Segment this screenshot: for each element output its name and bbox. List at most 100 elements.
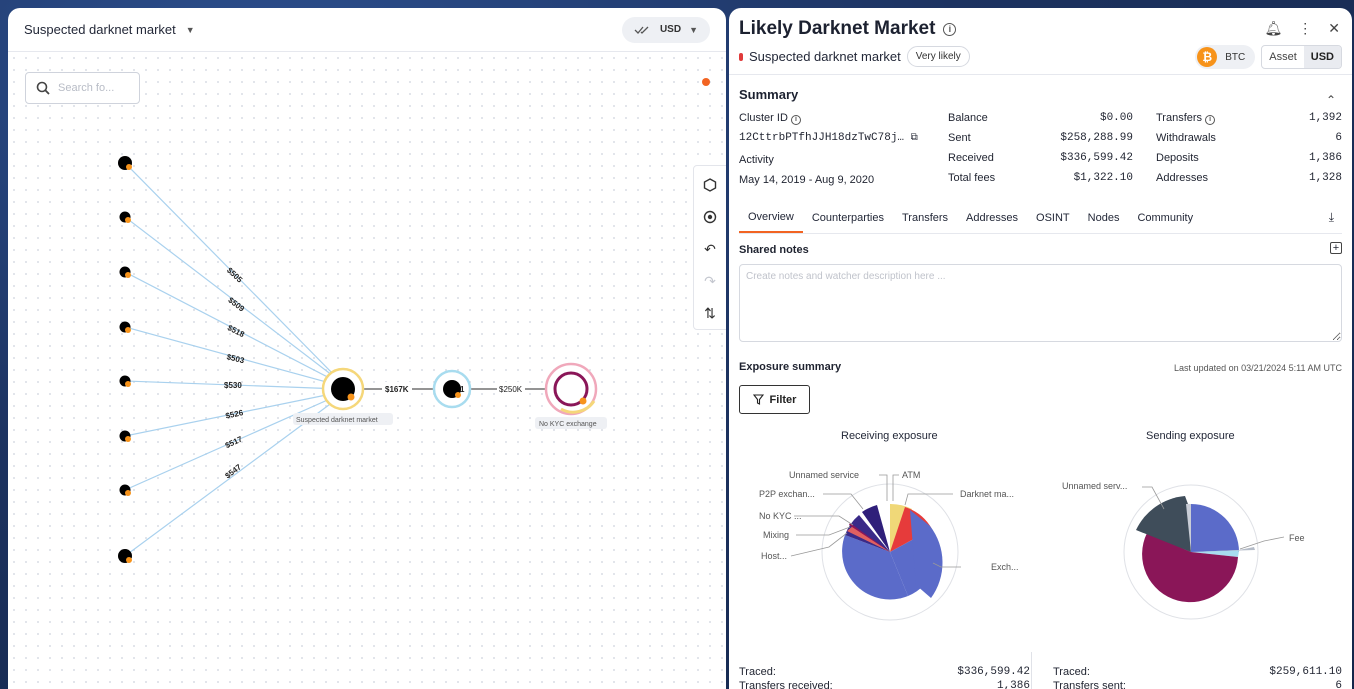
exchange-node[interactable]: No KYC exchange: [535, 362, 607, 429]
entity-category: Suspected darknet market: [749, 49, 901, 64]
transfers-sent-label: Transfers sent:: [1053, 680, 1126, 689]
redo-icon[interactable]: ↷: [697, 268, 723, 294]
sent-label: Sent: [948, 132, 971, 144]
tab-nodes[interactable]: Nodes: [1079, 202, 1129, 233]
pie-slice-sending-a[interactable]: [1191, 504, 1239, 552]
toggle-usd[interactable]: USD: [1303, 46, 1341, 68]
wallet-node[interactable]: [118, 156, 132, 170]
entity-panel: Likely Darknet Market i Suspected darkne…: [729, 8, 1352, 689]
toggle-asset[interactable]: Asset: [1262, 46, 1304, 68]
filter-button[interactable]: Filter: [739, 385, 810, 414]
traced-label: Traced:: [739, 666, 776, 678]
tab-transfers[interactable]: Transfers: [893, 202, 957, 233]
cluster-id-value: 12CttrbPTfhJJH18dzTwC78j…: [739, 132, 905, 144]
graph-header: Suspected darknet market ▼ USD ▼: [8, 8, 726, 52]
wallet-node[interactable]: [119, 375, 132, 388]
transfers-value: 1,392: [1308, 112, 1342, 124]
graph-toolbar: ↶ ↷ ⇅: [693, 165, 726, 330]
tab-overview[interactable]: Overview: [739, 202, 803, 233]
likelihood-badge: Very likely: [906, 46, 970, 67]
node-count: 1: [460, 385, 465, 394]
tab-osint[interactable]: OSINT: [1027, 202, 1079, 233]
edge-label: $526: [225, 408, 245, 421]
wallet-node[interactable]: [119, 430, 132, 443]
notes-section: Shared notes +: [729, 234, 1352, 347]
cluster-id-label: Cluster ID: [739, 112, 788, 124]
entity-title: Likely Darknet Market: [739, 18, 936, 39]
traced-sent-value: $259,611.10: [1269, 666, 1342, 678]
totals-divider: [1031, 652, 1032, 689]
filter-label: Filter: [769, 393, 797, 406]
status-dot: [702, 78, 710, 86]
wallet-node[interactable]: [119, 266, 132, 279]
bell-icon[interactable]: 🔔︎: [1264, 20, 1282, 37]
filter-icon: [752, 394, 764, 405]
node-caption: Suspected darknet market: [296, 417, 378, 424]
value-toggle: Asset USD: [1261, 45, 1342, 69]
pie-label: No KYC ...: [759, 511, 802, 521]
edge-label: $517: [224, 434, 244, 450]
asset-selector[interactable]: ₿ BTC: [1195, 45, 1256, 69]
info-icon[interactable]: i: [1205, 114, 1216, 125]
notes-input[interactable]: [739, 264, 1342, 342]
transfers-received-label: Transfers received:: [739, 680, 833, 689]
edge-label: $167K: [385, 385, 409, 394]
copy-icon[interactable]: ⧉: [911, 132, 918, 143]
wallet-node[interactable]: [119, 321, 132, 334]
double-check-icon: [634, 26, 649, 34]
risk-indicator: [739, 52, 743, 61]
graph-panel: Suspected darknet market ▼ USD ▼ Search …: [8, 8, 726, 689]
edge-label: $547: [223, 462, 243, 480]
wallet-node[interactable]: [119, 211, 132, 224]
tab-addresses[interactable]: Addresses: [957, 202, 1027, 233]
deposits-value: 1,386: [1308, 152, 1342, 164]
sort-icon[interactable]: ⇅: [697, 300, 723, 326]
received-value: $336,599.42: [1060, 152, 1133, 164]
chevron-down-icon: ▼: [689, 24, 698, 35]
edge-label: $509: [226, 296, 246, 314]
more-vertical-icon[interactable]: ⋮: [1298, 20, 1312, 37]
transfers-received-value: 1,386: [996, 680, 1030, 689]
graph-title-dropdown[interactable]: Suspected darknet market ▼: [24, 22, 195, 37]
close-icon[interactable]: ✕: [1328, 20, 1340, 37]
undo-icon[interactable]: ↶: [697, 236, 723, 262]
bitcoin-icon: ₿: [1197, 47, 1218, 67]
summary-section: Summary ⌃ Cluster ID i 12CttrbPTfhJJH18d…: [729, 75, 1352, 202]
pie-label: ATM: [902, 470, 920, 480]
graph-title: Suspected darknet market: [24, 22, 176, 37]
sending-exposure-chart[interactable]: Unnamed serv... Fee: [1034, 453, 1352, 623]
pie-label: Darknet ma...: [960, 489, 1014, 499]
transaction-graph[interactable]: $505 $509 $518 $503 $530 $526 $517 $547 …: [8, 52, 688, 689]
withdrawals-value: 6: [1335, 132, 1342, 144]
wallet-node[interactable]: [118, 549, 132, 563]
balance-label: Balance: [948, 112, 988, 124]
transfers-label: Transfers: [1156, 112, 1203, 124]
deposits-label: Deposits: [1156, 152, 1199, 164]
edge-label: $530: [224, 381, 242, 390]
receiving-exposure-chart[interactable]: Unnamed service ATM P2P exchan... Darkne…: [729, 453, 1034, 623]
info-icon[interactable]: i: [943, 22, 957, 36]
fees-label: Total fees: [948, 172, 996, 184]
tab-community[interactable]: Community: [1128, 202, 1202, 233]
edge-label: $250K: [499, 385, 523, 394]
last-updated: Last updated on 03/21/2024 5:11 AM UTC: [1174, 363, 1342, 373]
tab-counterparties[interactable]: Counterparties: [803, 202, 893, 233]
add-icon[interactable]: +: [1330, 242, 1342, 254]
wallet-node[interactable]: [119, 484, 132, 497]
entity-header: Likely Darknet Market i Suspected darkne…: [729, 8, 1352, 75]
sending-exposure-title: Sending exposure: [1146, 430, 1235, 442]
graph-canvas[interactable]: $505 $509 $518 $503 $530 $526 $517 $547 …: [8, 52, 726, 689]
info-icon[interactable]: i: [790, 114, 801, 125]
node-caption: No KYC exchange: [539, 421, 597, 428]
activity-label: Activity: [739, 154, 774, 166]
hexagon-icon[interactable]: [697, 172, 723, 198]
chevron-up-icon[interactable]: ⌃: [1326, 93, 1336, 107]
withdrawals-label: Withdrawals: [1156, 132, 1216, 144]
notes-title: Shared notes: [739, 244, 809, 256]
traced-label: Traced:: [1053, 666, 1090, 678]
target-icon[interactable]: [697, 204, 723, 230]
activity-value: May 14, 2019 - Aug 9, 2020: [739, 174, 875, 186]
currency-dropdown[interactable]: USD ▼: [621, 16, 710, 43]
download-icon[interactable]: ⤓: [1329, 210, 1334, 225]
intermediate-node[interactable]: 1: [432, 369, 472, 409]
